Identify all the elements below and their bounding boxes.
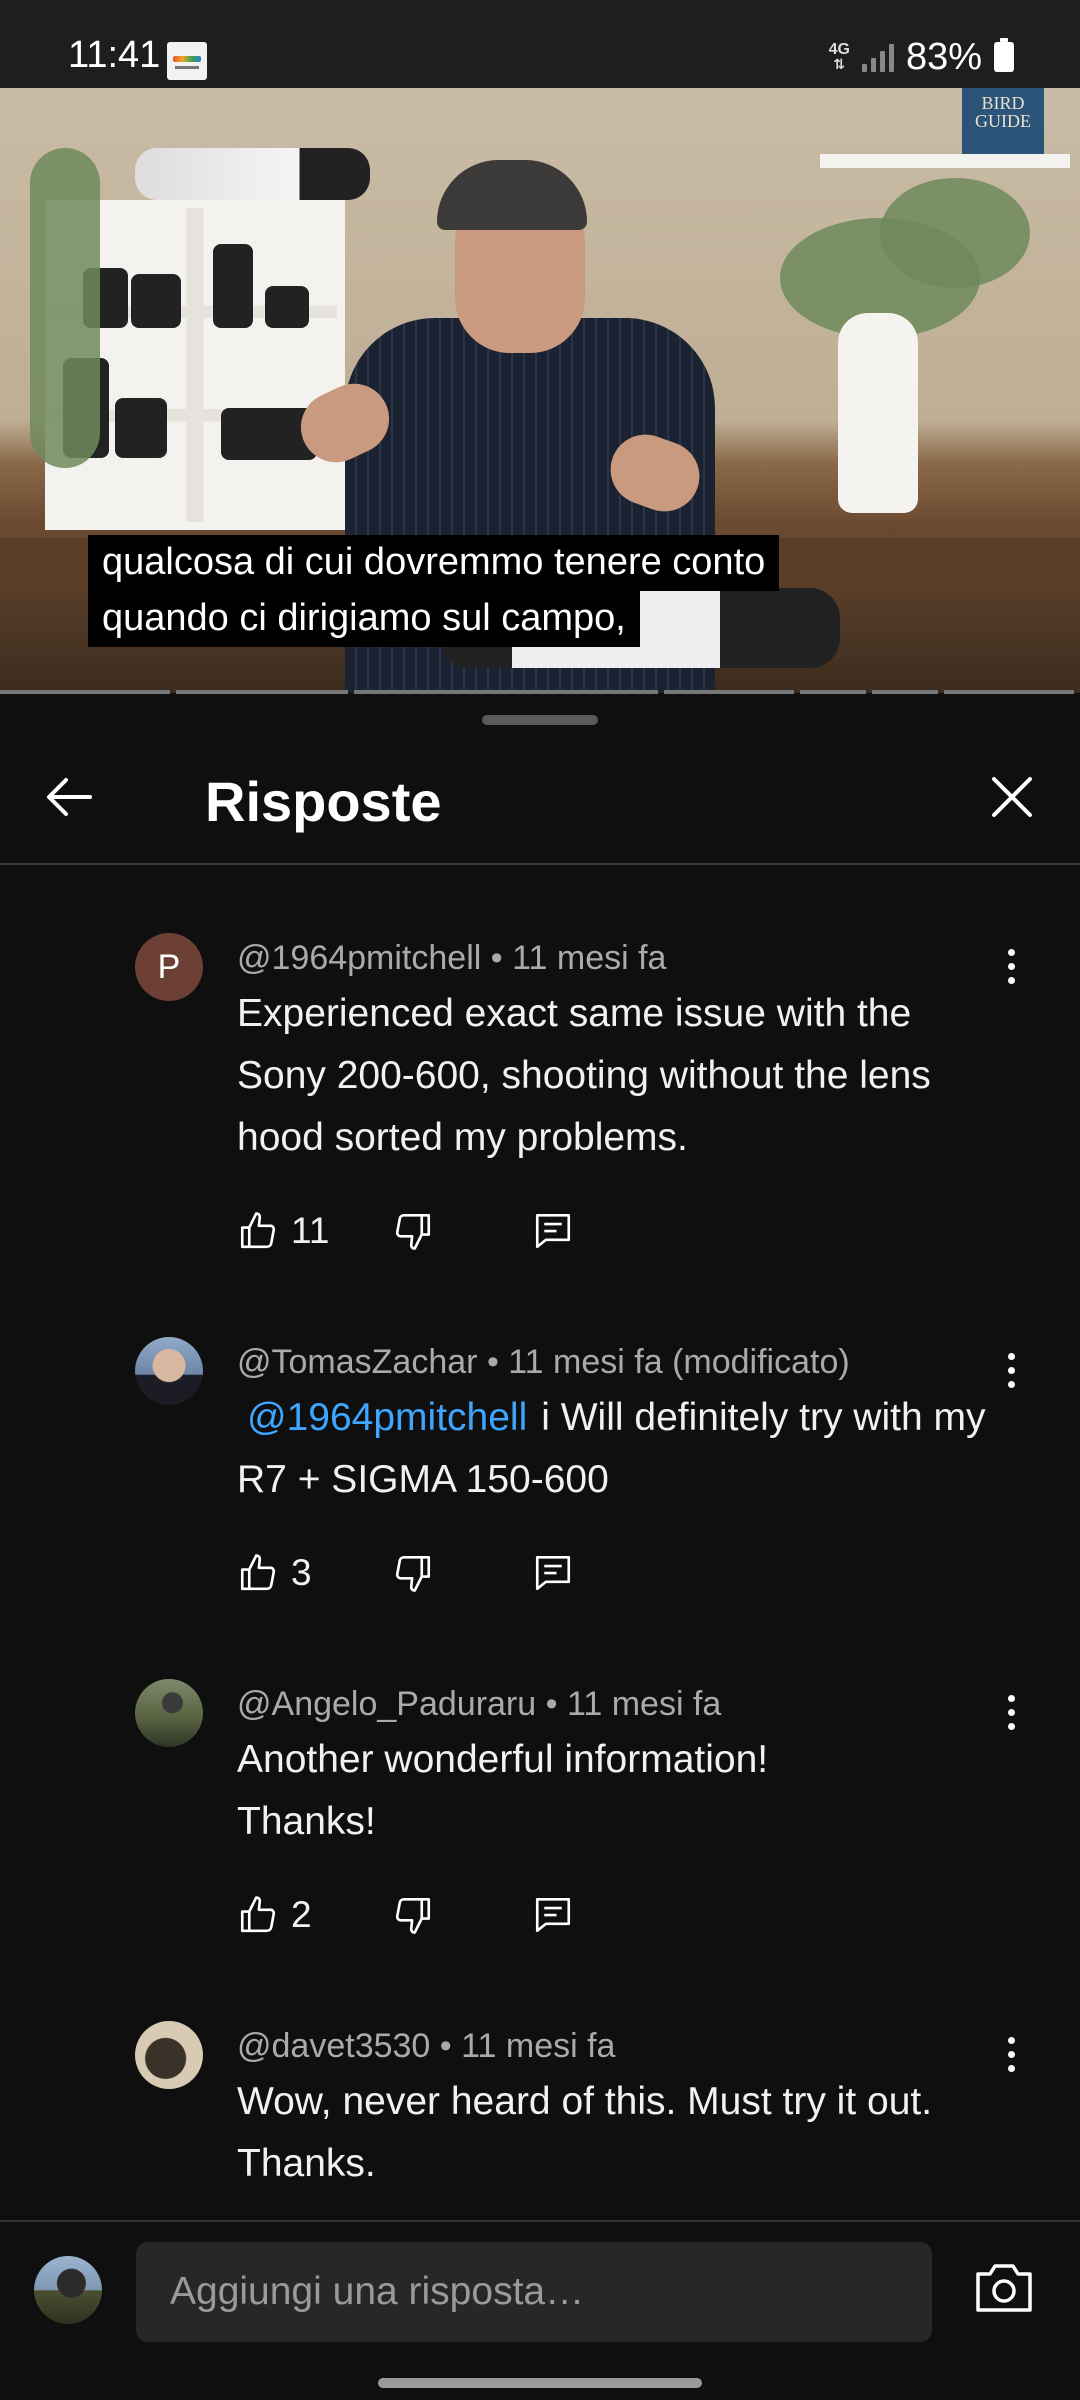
more-vert-icon[interactable] bbox=[996, 943, 1026, 991]
comment-author[interactable]: @TomasZachar bbox=[237, 1343, 477, 1381]
reply-button[interactable] bbox=[532, 1203, 588, 1259]
comment-text: @1964pmitchell i Will definitely try with… bbox=[237, 1387, 997, 1511]
dislike-button[interactable] bbox=[392, 1545, 532, 1601]
reply-button[interactable] bbox=[532, 1545, 588, 1601]
like-button[interactable]: 2 bbox=[237, 1887, 392, 1943]
network-arrows: ⇅ bbox=[833, 56, 846, 72]
comment-text: Wow, never heard of this. Must try it ou… bbox=[237, 2080, 933, 2185]
app-notification-icon bbox=[167, 42, 207, 80]
telephoto-lens-image bbox=[135, 148, 370, 200]
comment-actions: 11 bbox=[237, 1203, 588, 1259]
reply-input[interactable] bbox=[136, 2242, 932, 2342]
chapter-progress-bar[interactable] bbox=[0, 690, 1080, 694]
close-icon[interactable] bbox=[982, 767, 1042, 827]
thumbs-up-icon bbox=[240, 1212, 276, 1249]
reply-icon bbox=[535, 1213, 571, 1249]
meta-separator: • bbox=[439, 2027, 452, 2065]
battery-icon bbox=[994, 38, 1014, 72]
network-type-label: 4G bbox=[828, 41, 850, 58]
wall-shelf bbox=[820, 154, 1070, 168]
like-button[interactable]: 3 bbox=[237, 1545, 392, 1601]
edited-label: (modificato) bbox=[672, 1343, 850, 1381]
more-vert-icon[interactable] bbox=[996, 1347, 1026, 1395]
reply-composer bbox=[0, 2220, 1080, 2400]
meta-separator: • bbox=[545, 1685, 558, 1723]
comment-actions: 3 bbox=[237, 1545, 588, 1601]
comment-author[interactable]: @1964pmitchell bbox=[237, 939, 481, 977]
reply-button[interactable] bbox=[532, 1887, 588, 1943]
dislike-button[interactable] bbox=[392, 1887, 532, 1943]
comment-author[interactable]: @davet3530 bbox=[237, 2027, 430, 2065]
comment-meta: @1964pmitchell • 11 mesi fa bbox=[237, 939, 666, 978]
presenter-cap bbox=[437, 160, 587, 230]
thumbs-down-icon bbox=[395, 1897, 431, 1934]
replies-header: Risposte bbox=[0, 737, 1080, 865]
comment-time: 11 mesi fa bbox=[508, 1343, 663, 1381]
status-indicators: 4G ⇅ 83% bbox=[829, 34, 1014, 80]
video-captions: qualcosa di cui dovremmo tenere conto qu… bbox=[88, 535, 780, 647]
thumbs-down-icon bbox=[395, 1555, 431, 1592]
more-vert-icon[interactable] bbox=[996, 2031, 1026, 2079]
avatar[interactable] bbox=[135, 1679, 203, 1747]
status-bar: 11:41 4G ⇅ 83% bbox=[0, 0, 1080, 88]
meta-separator: • bbox=[486, 1343, 499, 1381]
vase bbox=[838, 313, 918, 513]
replies-sheet: Risposte P @1964pmitchell • 11 mesi fa E… bbox=[0, 697, 1080, 2400]
battery-percent: 83% bbox=[905, 35, 982, 78]
bird-guide-book: BIRD GUIDE bbox=[962, 88, 1044, 154]
comment-time: 11 mesi fa bbox=[566, 1685, 722, 1723]
like-count: 3 bbox=[291, 1552, 312, 1593]
like-count: 11 bbox=[291, 1210, 330, 1251]
caption-line-1: qualcosa di cui dovremmo tenere conto bbox=[88, 535, 780, 591]
status-time: 11:41 bbox=[68, 34, 161, 76]
thumbs-up-icon bbox=[240, 1896, 276, 1933]
reply-icon bbox=[535, 1555, 571, 1591]
comment-time: 11 mesi fa bbox=[512, 939, 667, 977]
avatar[interactable]: P bbox=[135, 933, 203, 1001]
network-4g-icon: 4G ⇅ bbox=[828, 41, 850, 72]
signal-icon bbox=[861, 42, 894, 72]
camera-icon[interactable] bbox=[972, 2260, 1036, 2316]
comment-author[interactable]: @Angelo_Paduraru bbox=[237, 1685, 536, 1723]
page-title: Risposte bbox=[205, 770, 442, 833]
caption-line-2: quando ci dirigiamo sul campo, bbox=[88, 591, 640, 647]
video-player[interactable]: BIRD GUIDE qualcosa di cui dovremmo tene… bbox=[0, 88, 1080, 693]
comment-time: 11 mesi fa bbox=[461, 2027, 616, 2065]
more-vert-icon[interactable] bbox=[996, 1689, 1026, 1737]
comment-text: Another wonderful information! Thanks! bbox=[237, 1738, 769, 1843]
thumbs-down-icon bbox=[395, 1213, 431, 1250]
meta-separator: • bbox=[490, 939, 503, 977]
comment-meta: @davet3530 • 11 mesi fa bbox=[237, 2027, 615, 2066]
avatar bbox=[34, 2256, 102, 2324]
comment-meta: @TomasZachar • 11 mesi fa (modificato) bbox=[237, 1343, 850, 1382]
comment-meta: @Angelo_Paduraru • 11 mesi fa bbox=[237, 1685, 721, 1724]
comment-text: Experienced exact same issue with the So… bbox=[237, 992, 931, 1159]
thumbs-up-icon bbox=[240, 1554, 276, 1591]
dislike-button[interactable] bbox=[392, 1203, 532, 1259]
like-count: 2 bbox=[291, 1894, 312, 1935]
comment-actions: 2 bbox=[237, 1887, 588, 1943]
mention-link[interactable]: @1964pmitchell bbox=[247, 1396, 527, 1439]
avatar[interactable] bbox=[135, 1337, 203, 1405]
reply-icon bbox=[535, 1897, 571, 1933]
home-indicator[interactable] bbox=[378, 2378, 702, 2388]
drag-handle[interactable] bbox=[482, 715, 598, 725]
arrow-left-icon[interactable] bbox=[40, 767, 100, 827]
like-button[interactable]: 11 bbox=[237, 1203, 392, 1259]
avatar[interactable] bbox=[135, 2021, 203, 2089]
